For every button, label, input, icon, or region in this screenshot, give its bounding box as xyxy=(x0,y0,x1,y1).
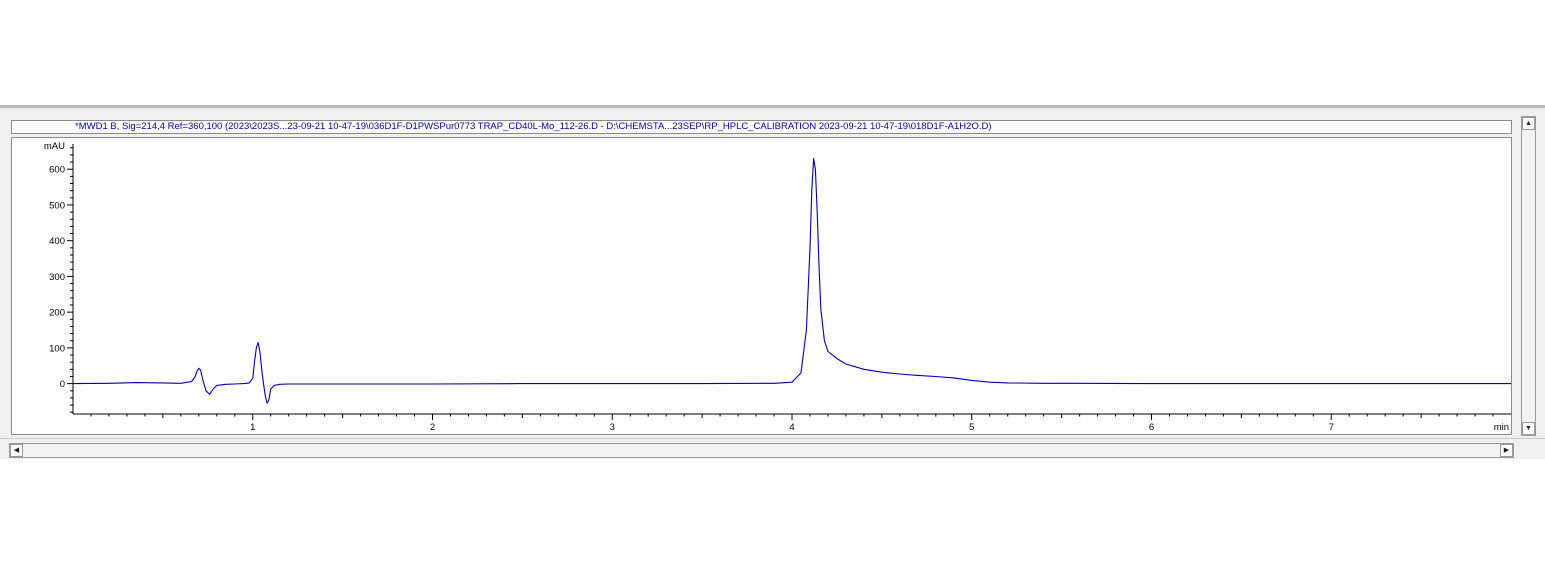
y-tick-label: 400 xyxy=(49,236,65,247)
y-tick-label: 600 xyxy=(49,165,65,176)
chromatogram-window: *MWD1 B, Sig=214,4 Ref=360,100 (2023\202… xyxy=(0,105,1545,459)
y-tick-label: 100 xyxy=(49,343,65,354)
divider xyxy=(0,438,1545,439)
y-axis-label: mAU xyxy=(44,141,65,152)
signal-label: *MWD1 B, Sig=214,4 Ref=360,100 (2023\202… xyxy=(75,121,992,132)
signal-title-bar: *MWD1 B, Sig=214,4 Ref=360,100 (2023\202… xyxy=(11,120,1512,134)
x-tick-label: 4 xyxy=(789,422,794,433)
x-tick-label: 2 xyxy=(430,422,435,433)
y-tick-label: 300 xyxy=(49,272,65,283)
y-tick-label: 500 xyxy=(49,200,65,211)
scroll-right-icon[interactable]: ▶ xyxy=(1500,444,1513,457)
x-tick-label: 1 xyxy=(250,422,255,433)
chromatogram-chart: 0 100 200 300 400 500 600 mAU 1 2 3 4 5 6 7 min xyxy=(44,141,1511,433)
x-tick-label: 3 xyxy=(610,422,615,433)
scroll-up-icon[interactable]: ▲ xyxy=(1522,117,1535,130)
vertical-scrollbar[interactable]: ▲ ▼ xyxy=(1521,116,1536,436)
y-tick-label: 0 xyxy=(60,379,65,390)
scroll-left-icon[interactable]: ◀ xyxy=(10,444,23,457)
chromatogram-trace xyxy=(72,157,1511,404)
y-tick-label: 200 xyxy=(49,308,65,319)
x-tick-label: 6 xyxy=(1149,422,1154,433)
horizontal-scrollbar[interactable]: ◀ ▶ xyxy=(9,443,1514,458)
x-axis-label: min xyxy=(1494,422,1509,433)
scroll-down-icon[interactable]: ▼ xyxy=(1522,422,1535,435)
chromatogram-plot[interactable]: 0 100 200 300 400 500 600 mAU 1 2 3 4 5 6 7 min xyxy=(11,137,1512,435)
x-tick-label: 7 xyxy=(1329,422,1334,433)
x-tick-label: 5 xyxy=(969,422,974,433)
